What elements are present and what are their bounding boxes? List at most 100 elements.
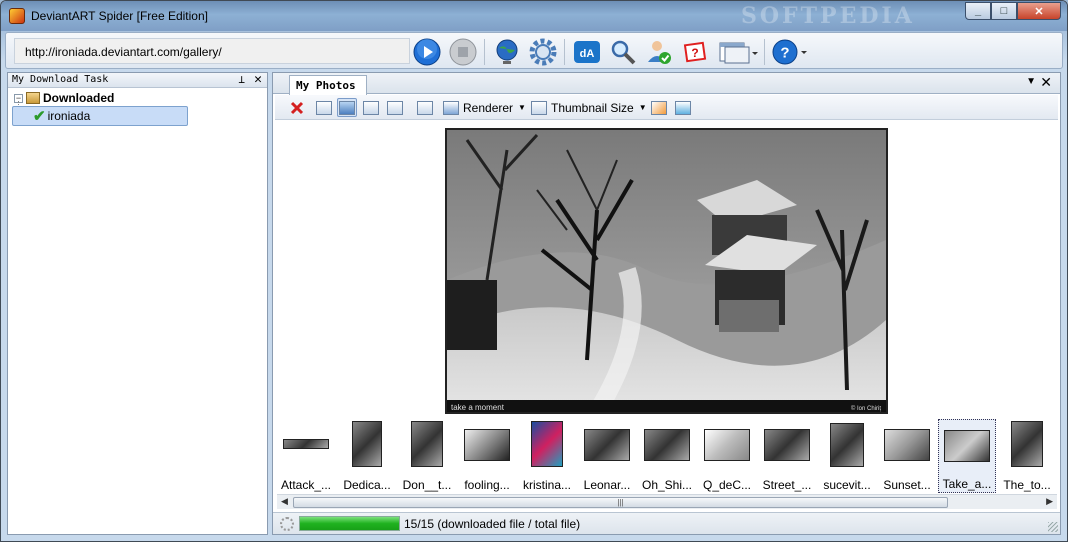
- thumbnail-image: [283, 439, 329, 449]
- thumbnail-caption: sucevit...: [823, 478, 871, 492]
- checkmark-icon: ✔: [33, 108, 46, 125]
- scroll-left-icon[interactable]: ◀: [281, 496, 288, 507]
- view-tiles-icon[interactable]: [387, 98, 403, 117]
- download-task-panel: My Download Task ⊥ ✕ − Downloaded ✔ iron…: [7, 72, 268, 535]
- thumbnail-item[interactable]: kristina...: [518, 419, 576, 493]
- play-icon[interactable]: [412, 37, 442, 67]
- thumbnail-item[interactable]: Street_...: [758, 419, 816, 493]
- thumbnail-item[interactable]: The_to...: [998, 419, 1056, 493]
- delete-icon[interactable]: [289, 98, 305, 117]
- thumbnail-item-selected[interactable]: Take_a...: [938, 419, 996, 493]
- minimize-button[interactable]: _: [965, 2, 991, 20]
- status-text: 15/15 (downloaded file / total file): [404, 517, 581, 531]
- thumbnail-caption: Q_deC...: [702, 478, 752, 492]
- thumbnail-image: [584, 429, 630, 461]
- help-icon[interactable]: ?: [770, 37, 810, 67]
- globe-icon[interactable]: [492, 37, 522, 67]
- thumbnail-item[interactable]: Attack_...: [277, 419, 335, 493]
- thumbnail-caption: Don__t...: [402, 478, 452, 492]
- window-dropdown-icon[interactable]: [716, 37, 760, 67]
- deviantart-icon[interactable]: dA: [572, 37, 602, 67]
- view-grid-icon[interactable]: [316, 98, 332, 117]
- photos-panel: My Photos ▼ ✕ Renderer ▼ Thumbnail Size …: [272, 72, 1061, 535]
- thumbnail-size-icon: [531, 100, 547, 115]
- gear-icon[interactable]: [528, 37, 558, 67]
- thumbnail-item[interactable]: Leonar...: [578, 419, 636, 493]
- chevron-down-icon: ▼: [518, 103, 526, 112]
- tab-my-photos[interactable]: My Photos: [289, 75, 367, 95]
- thumbnail-image: [704, 429, 750, 461]
- title-bar[interactable]: DeviantART Spider [Free Edition] SOFTPED…: [1, 1, 1067, 31]
- renderer-icon: [443, 100, 459, 115]
- slideshow-icon[interactable]: [675, 98, 691, 117]
- tab-dropdown-icon[interactable]: ▼: [1026, 76, 1036, 87]
- view-list-icon[interactable]: [417, 98, 433, 117]
- thumbnail-item[interactable]: fooling...: [458, 419, 516, 493]
- photo-caption-left: take a moment: [451, 403, 505, 412]
- thumbnail-image: [830, 423, 864, 467]
- app-logo-icon: [9, 8, 25, 24]
- thumbnail-image: [884, 429, 930, 461]
- export-icon[interactable]: [651, 98, 667, 117]
- scroll-right-icon[interactable]: ▶: [1046, 496, 1053, 507]
- thumbnail-caption: Oh_Shi...: [641, 478, 693, 492]
- tree-child-label: ironiada: [47, 109, 91, 123]
- photo-caption-right: © Ion Chiriț: [851, 405, 881, 412]
- thumbnail-image: [1011, 421, 1043, 467]
- scrollbar-thumb[interactable]: |||: [293, 497, 948, 508]
- thumbnail-image: [352, 421, 382, 467]
- tree-node-ironiada[interactable]: ✔ ironiada: [12, 106, 188, 126]
- thumbnail-image: [464, 429, 510, 461]
- thumbnail-image: [644, 429, 690, 461]
- view-details-icon[interactable]: [363, 98, 379, 117]
- resize-grip-icon[interactable]: [1048, 522, 1058, 532]
- loading-spinner-icon: [280, 517, 294, 531]
- renderer-dropdown[interactable]: Renderer ▼: [443, 98, 526, 117]
- thumbnail-item[interactable]: Sunset...: [878, 419, 936, 493]
- thumbnail-item[interactable]: Q_deC...: [698, 419, 756, 493]
- window-title: DeviantART Spider [Free Edition]: [31, 9, 208, 23]
- close-panel-icon[interactable]: ✕: [254, 72, 262, 87]
- close-button[interactable]: ✕: [1017, 2, 1061, 20]
- horizontal-scrollbar[interactable]: ◀ ||| ▶: [277, 494, 1057, 509]
- thumbnail-image: [764, 429, 810, 461]
- status-bar: 15/15 (downloaded file / total file): [273, 512, 1060, 534]
- renderer-label: Renderer: [463, 100, 514, 115]
- thumbnail-image: [531, 421, 563, 467]
- thumbnail-caption: kristina...: [522, 478, 571, 492]
- thumbnail-caption: Street_...: [762, 478, 812, 492]
- watermark: SOFTPEDIA: [741, 3, 915, 29]
- chevron-down-icon: ▼: [638, 103, 647, 112]
- main-photo-preview[interactable]: take a moment © Ion Chiriț: [445, 128, 888, 414]
- tab-bar: My Photos ▼ ✕: [273, 73, 1060, 95]
- panel-title: My Download Task: [12, 74, 109, 85]
- thumbnail-item[interactable]: Oh_Shi...: [638, 419, 696, 493]
- tree-root-label: Downloaded: [43, 91, 115, 105]
- thumbnail-item[interactable]: Dedica...: [338, 419, 396, 493]
- user-check-icon[interactable]: [644, 37, 674, 67]
- thumbnail-caption: Sunset...: [883, 478, 931, 492]
- thumbnail-caption: Take_a...: [942, 477, 992, 491]
- svg-text:?: ?: [691, 46, 698, 60]
- thumbnail-caption: The_to...: [1003, 478, 1051, 492]
- stop-icon[interactable]: [448, 37, 478, 67]
- app-window: DeviantART Spider [Free Edition] SOFTPED…: [0, 0, 1068, 542]
- thumbnail-item[interactable]: sucevit...: [818, 419, 876, 493]
- thumbnail-item[interactable]: Don__t...: [398, 419, 456, 493]
- search-icon[interactable]: [608, 37, 638, 67]
- photos-toolbar: Renderer ▼ Thumbnail Size ▼: [275, 95, 1058, 120]
- tab-close-icon[interactable]: ✕: [1040, 74, 1052, 91]
- help-book-icon[interactable]: ?: [680, 37, 710, 67]
- maximize-button[interactable]: □: [991, 2, 1017, 20]
- svg-text:?: ?: [780, 45, 789, 62]
- url-field[interactable]: http://ironiada.deviantart.com/gallery/: [14, 38, 410, 64]
- thumbnail-size-dropdown[interactable]: Thumbnail Size ▼: [531, 98, 647, 117]
- view-filmstrip-icon[interactable]: [337, 98, 357, 117]
- svg-text:dA: dA: [580, 48, 595, 60]
- thumbnail-caption: Attack_...: [280, 478, 332, 492]
- pin-icon[interactable]: ⊥: [238, 73, 245, 86]
- thumbnail-caption: Dedica...: [343, 478, 391, 492]
- panel-header: My Download Task ⊥ ✕: [8, 72, 267, 88]
- thumbnail-caption: fooling...: [464, 478, 510, 492]
- thumbnail-size-label: Thumbnail Size: [551, 100, 634, 115]
